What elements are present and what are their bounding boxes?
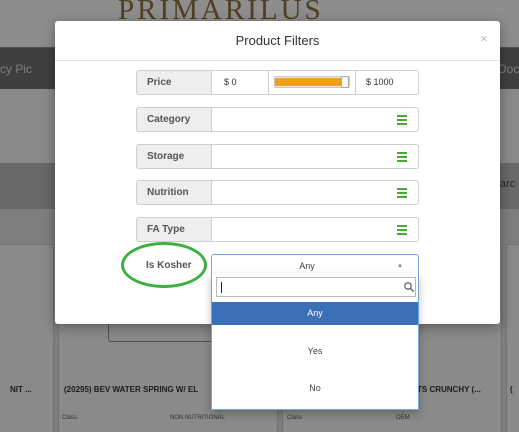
price-min-value[interactable]: $ 0 <box>212 71 269 94</box>
price-max-value[interactable]: $ 1000 <box>355 71 418 94</box>
filter-label-category: Category <box>136 107 211 132</box>
list-menu-icon[interactable] <box>397 188 407 198</box>
close-icon[interactable]: × <box>480 31 488 46</box>
price-slider-fill <box>275 78 341 86</box>
text-cursor <box>221 282 222 293</box>
category-select[interactable] <box>211 107 419 132</box>
is-kosher-dropdown: Any Yes No <box>211 274 419 410</box>
dropdown-search-input[interactable] <box>216 277 416 297</box>
price-slider-max-handle[interactable] <box>341 76 349 88</box>
price-range-control: $ 0 $ 1000 <box>211 70 419 95</box>
annotation-circle <box>121 242 207 288</box>
nutrition-select[interactable] <box>211 180 419 205</box>
search-icon <box>404 282 415 293</box>
filter-label-nutrition: Nutrition <box>136 180 211 205</box>
dropdown-option-no[interactable]: No <box>212 377 418 400</box>
fa-type-select[interactable] <box>211 217 419 242</box>
list-menu-icon[interactable] <box>397 152 407 162</box>
filter-label-storage: Storage <box>136 144 211 169</box>
modal-header: Product Filters × <box>55 21 500 61</box>
is-kosher-selected-value: Any <box>299 261 315 271</box>
dropdown-option-any[interactable]: Any <box>212 302 418 325</box>
filter-label-fa-type: FA Type <box>136 217 211 242</box>
list-menu-icon[interactable] <box>397 225 407 235</box>
list-menu-icon[interactable] <box>397 115 407 125</box>
modal-title: Product Filters <box>235 33 320 48</box>
storage-select[interactable] <box>211 144 419 169</box>
dropdown-option-yes[interactable]: Yes <box>212 340 418 363</box>
chevron-up-icon[interactable]: ▲ <box>397 263 403 269</box>
price-slider[interactable] <box>274 76 350 88</box>
filter-label-price: Price <box>136 70 211 95</box>
